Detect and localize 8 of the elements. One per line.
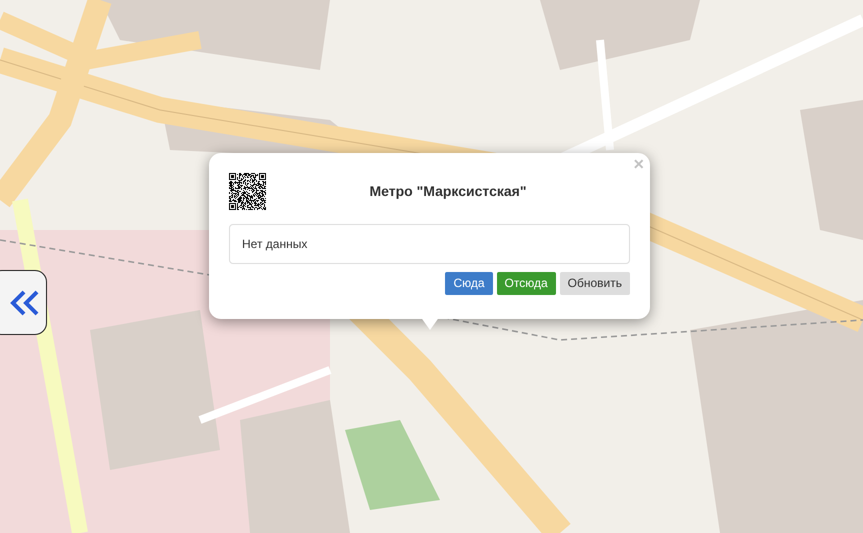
info-panel: Нет данных [229,224,630,264]
qr-code-icon [229,173,266,210]
collapse-sidebar-button[interactable] [0,270,47,335]
from-here-button[interactable]: Отсюда [496,272,556,295]
double-chevron-left-icon [10,290,40,316]
popup-title: Метро "Марксистская" [368,182,528,201]
refresh-button[interactable]: Обновить [560,272,630,295]
to-here-button[interactable]: Сюда [445,272,493,295]
